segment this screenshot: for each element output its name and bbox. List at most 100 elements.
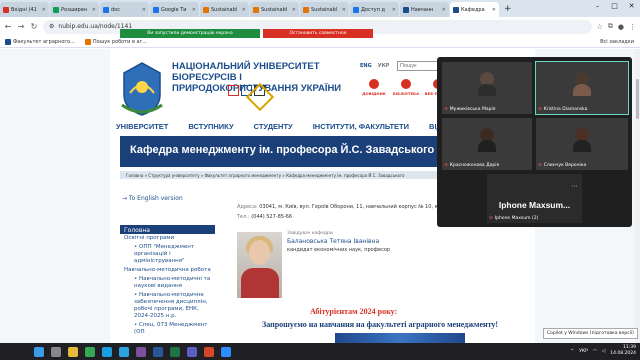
main-nav-item[interactable]: ВСТУПНИКУ xyxy=(188,122,233,131)
tab-favicon-icon xyxy=(53,6,59,13)
browser-tab[interactable]: Навчанн ✕ xyxy=(400,2,449,17)
tab-title: Вхідні (41 xyxy=(11,6,37,13)
participant-video xyxy=(478,72,496,96)
reload-icon[interactable]: ↻ xyxy=(30,22,38,31)
clock[interactable]: 11:39 14.08.2024 xyxy=(610,345,636,357)
tab-close-icon[interactable]: ✕ xyxy=(192,7,196,13)
tab-close-icon[interactable]: ✕ xyxy=(142,7,146,13)
tab-title: Sustainabl xyxy=(311,6,338,13)
all-bookmarks-link[interactable]: Всі закладки xyxy=(600,39,634,45)
tab-title: Sustainabl xyxy=(261,6,288,13)
browser-tab[interactable]: Доступ д ✕ xyxy=(350,2,399,17)
wifi-icon[interactable]: ◠ xyxy=(593,349,597,354)
back-icon[interactable]: ← xyxy=(4,22,12,31)
main-nav-item[interactable]: УНІВЕРСИТЕТ xyxy=(116,122,168,131)
browser-tab[interactable]: Google Ти ✕ xyxy=(150,2,199,17)
excel-icon[interactable] xyxy=(170,346,180,357)
tab-close-icon[interactable]: ✕ xyxy=(92,7,96,13)
teams-icon[interactable] xyxy=(187,346,197,357)
sidebar-subitem[interactable]: • ОПП "Менеджмент організацій і адмініст… xyxy=(120,243,215,266)
head-role: Завідувач кафедри xyxy=(287,231,333,236)
browser-tab[interactable]: Sustainabl ✕ xyxy=(300,2,349,17)
tab-title: Навчанн xyxy=(411,6,434,13)
participant-tile[interactable]: ⊘ Kristina Diamanska xyxy=(535,61,629,115)
participant-tile[interactable]: ⊘ Слинчук Вероніка xyxy=(536,118,628,170)
browser-tab[interactable]: Sustainabl ✕ xyxy=(250,2,299,17)
head-name[interactable]: Балановська Тетяна Іванівна xyxy=(287,238,379,245)
browser-tab[interactable]: Розширен ✕ xyxy=(50,2,99,17)
participant-tile-large[interactable]: Iphone Maxsum... ⊘ Iphone Maxsum (2) ⋯ xyxy=(487,174,582,223)
sidebar-subitem[interactable]: • Навчально-методичні та наукові видання xyxy=(120,275,215,291)
tab-title: Google Ти xyxy=(161,6,187,13)
windows-start-icon[interactable] xyxy=(34,346,44,357)
tab-close-icon[interactable]: ✕ xyxy=(342,7,346,13)
tab-close-icon[interactable]: ✕ xyxy=(442,7,446,13)
phone-value: (044) 527-85-66 xyxy=(251,214,293,220)
tab-close-icon[interactable]: ✕ xyxy=(292,7,296,13)
bookmark-label: Факультет аграрного... xyxy=(13,39,75,45)
top-link[interactable]: ДОВІДНИК xyxy=(360,79,388,101)
sidebar-item[interactable]: Освітні програми xyxy=(120,234,215,243)
browser-tab[interactable]: doc ✕ xyxy=(100,2,149,17)
english-version-link[interactable]: → To English version xyxy=(122,195,183,202)
main-nav-item[interactable]: СТУДЕНТУ xyxy=(254,122,293,131)
sidebar-item[interactable]: Навчально-методична робота xyxy=(120,266,215,275)
participant-name: ⊘ Iphone Maxsum (2) xyxy=(489,216,538,221)
site-info-icon[interactable]: ⚙ xyxy=(49,23,54,30)
keyboard-language[interactable]: УКР xyxy=(579,349,588,354)
address-label: Адреса: xyxy=(237,204,258,210)
edge-icon[interactable] xyxy=(102,346,112,357)
viber-icon[interactable] xyxy=(136,346,146,357)
maximize-button[interactable]: □ xyxy=(606,0,623,13)
powerpoint-icon[interactable] xyxy=(204,346,214,357)
windows-taskbar: ^ УКР ◠ ◁ 11:39 14.08.2024 xyxy=(0,343,640,360)
tab-close-icon[interactable]: ✕ xyxy=(492,7,496,13)
tab-close-icon[interactable]: ✕ xyxy=(392,7,396,13)
menu-icon[interactable]: ⋮ xyxy=(629,23,636,31)
stop-sharing-button[interactable]: Остановить совместное использование xyxy=(263,29,373,45)
forward-icon[interactable]: → xyxy=(17,22,25,31)
file-explorer-icon[interactable] xyxy=(68,346,78,357)
tab-close-icon[interactable]: ✕ xyxy=(42,7,46,13)
bookmark-item[interactable]: Пошук роботи в аг... xyxy=(84,39,147,45)
browser-tab[interactable]: Sustainabl ✕ xyxy=(200,2,249,17)
profile-icon[interactable]: ● xyxy=(618,23,624,31)
chrome-icon[interactable] xyxy=(85,346,95,357)
page-scrollbar[interactable] xyxy=(635,49,640,343)
tab-close-icon[interactable]: ✕ xyxy=(242,7,246,13)
browser-tab[interactable]: Кафедра ✕ xyxy=(450,2,499,17)
new-tab-button[interactable]: + xyxy=(504,2,512,17)
tab-favicon-icon xyxy=(353,6,359,13)
telegram-icon[interactable] xyxy=(119,346,129,357)
tab-favicon-icon xyxy=(3,6,9,13)
browser-tab[interactable]: Вхідні (41 ✕ xyxy=(0,2,49,17)
main-nav-item[interactable]: ІНСТИТУТИ, ФАКУЛЬТЕТИ xyxy=(313,122,409,131)
extensions-icon[interactable]: ⧉ xyxy=(608,22,613,31)
participant-name: ⊘ Kristina Diamanska xyxy=(538,107,587,112)
word-icon[interactable] xyxy=(153,346,163,357)
search-icon[interactable] xyxy=(51,346,61,357)
tab-title: Розширен xyxy=(61,6,88,13)
sidebar-head[interactable]: Головна xyxy=(120,225,215,234)
sidebar-subitem[interactable]: • Навчально-методичне забезпечення дисци… xyxy=(120,291,215,321)
tray-overflow-icon[interactable]: ^ xyxy=(570,349,574,354)
top-link[interactable]: БІБЛІОТЕКА xyxy=(392,79,420,101)
lang-ukr-link[interactable]: УКР xyxy=(378,63,390,69)
muted-mic-icon: ⊘ xyxy=(489,216,493,221)
scrollbar-thumb[interactable] xyxy=(636,79,639,119)
participant-tile[interactable]: ⊘ Мужиківська Марія xyxy=(442,62,532,114)
lang-eng-link[interactable]: ENG xyxy=(360,63,372,69)
close-window-button[interactable]: ✕ xyxy=(623,0,640,13)
zoom-icon[interactable] xyxy=(221,346,231,357)
volume-icon[interactable]: ◁ xyxy=(602,349,605,354)
bookmark-item[interactable]: Факультет аграрного... xyxy=(5,39,75,45)
more-options-icon[interactable]: ⋯ xyxy=(571,182,578,190)
minimize-button[interactable]: – xyxy=(589,0,606,13)
top-link-icon xyxy=(369,79,379,89)
bookmark-star-icon[interactable]: ☆ xyxy=(597,23,603,31)
sidebar-subitem[interactable]: • Спец. 073 Менеджмент (ОП xyxy=(120,321,215,337)
tab-title: Кафедра xyxy=(461,6,485,13)
participant-tile[interactable]: ⊘ Красножонова Дарія xyxy=(442,118,532,170)
participant-body xyxy=(573,84,591,96)
window-controls: – □ ✕ xyxy=(589,0,640,13)
